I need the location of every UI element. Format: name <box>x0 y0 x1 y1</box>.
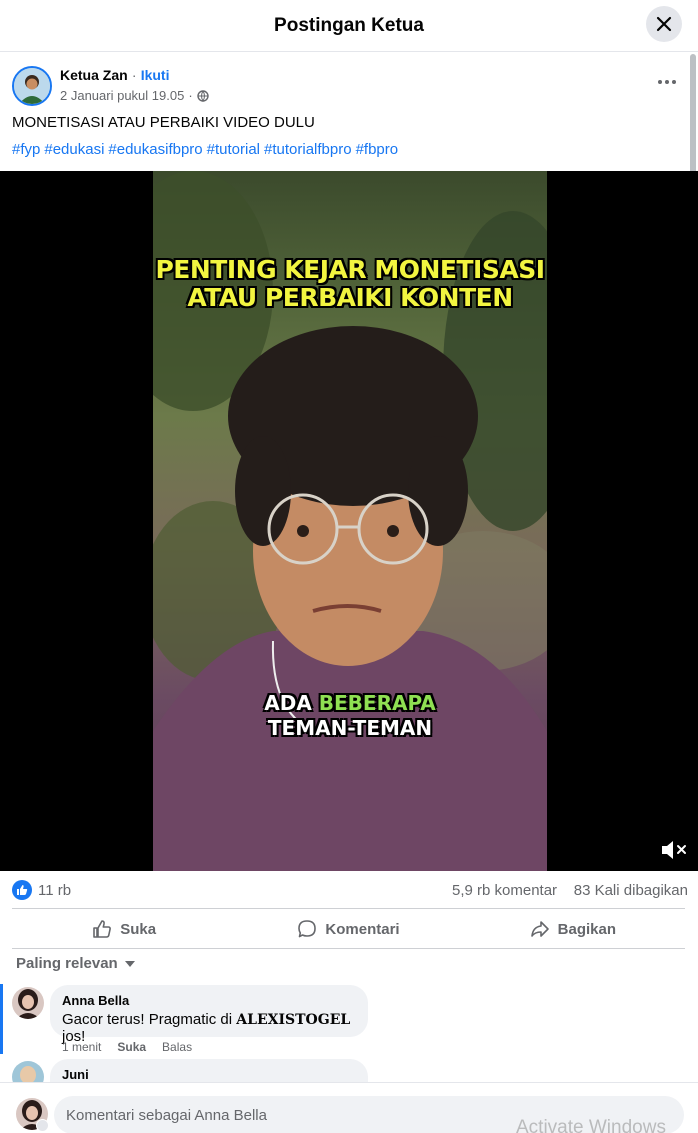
windows-activation-watermark: Activate Windows <box>516 1117 666 1133</box>
share-label: Bagikan <box>557 920 616 938</box>
video-caption-bottom: TEMAN-TEMAN <box>267 716 433 740</box>
post-header: Ketua Zan · Ikuti 2 Januari pukul 19.05 … <box>12 64 682 108</box>
share-button[interactable]: Bagikan <box>461 910 685 948</box>
dialog-header: Postingan Ketua <box>0 0 698 52</box>
post-text: MONETISASI ATAU PERBAIKI VIDEO DULU <box>12 114 315 131</box>
comment-time[interactable]: 1 menit <box>62 1040 101 1054</box>
comment-bubble: Anna Bella Gacor terus! Pragmatic di ALE… <box>50 985 368 1045</box>
comment-text-part: Gacor terus! Pragmatic di <box>62 1011 237 1028</box>
like-label: Suka <box>120 920 157 938</box>
stats-right: 5,9 rb komentar 83 Kali dibagikan <box>452 882 688 899</box>
caption-word-highlight: BEBERAPA <box>318 691 436 715</box>
hashtag-link[interactable]: #fyp <box>12 141 40 158</box>
more-horizontal-icon <box>658 80 676 84</box>
comment-highlight-bar <box>0 984 3 1054</box>
comment-button[interactable]: Komentari <box>236 910 460 948</box>
follow-link[interactable]: Ikuti <box>141 67 170 83</box>
commenter-avatar[interactable] <box>12 987 44 1019</box>
commenter-name[interactable]: Juni <box>62 1067 356 1082</box>
comment-like-link[interactable]: Suka <box>117 1040 146 1054</box>
hashtag-list: #fyp #edukasi #edukasifbpro #tutorial #tutor… <box>12 141 402 158</box>
caret-down-icon <box>124 960 135 967</box>
caption-word: ADA <box>264 691 312 715</box>
volume-muted-icon <box>662 841 686 859</box>
hashtag-link[interactable]: #tutorialfbpro <box>264 141 352 158</box>
comment-reply-link[interactable]: Balas <box>162 1040 192 1054</box>
more-options-button[interactable] <box>652 70 682 94</box>
video-caption-top: PENTING KEJAR MONETISASI <box>155 255 545 284</box>
mute-button[interactable] <box>660 839 688 861</box>
like-button[interactable]: Suka <box>12 910 236 948</box>
author-name[interactable]: Ketua Zan <box>60 67 128 83</box>
comment-icon <box>298 920 317 938</box>
close-button[interactable] <box>646 6 682 42</box>
divider <box>12 948 685 949</box>
globe-icon <box>196 89 209 102</box>
video-caption-top: ATAU PERBAIKI KONTEN <box>187 283 513 312</box>
close-icon <box>656 16 672 32</box>
video-frame[interactable]: PENTING KEJAR MONETISASI ATAU PERBAIKI K… <box>153 171 547 871</box>
reaction-stats: 11 rb 5,9 rb komentar 83 Kali dibagikan <box>12 880 688 902</box>
share-icon <box>530 921 549 937</box>
separator: · <box>131 67 137 83</box>
like-icon <box>93 920 112 938</box>
like-count[interactable]: 11 rb <box>38 882 71 899</box>
divider <box>12 908 685 909</box>
comment-label: Komentari <box>325 920 400 938</box>
author-line: Ketua Zan · Ikuti <box>60 67 169 84</box>
sort-label: Paling relevan <box>16 955 118 972</box>
hashtag-link[interactable]: #edukasi <box>44 141 104 158</box>
post-date[interactable]: 2 Januari pukul 19.05 <box>60 88 184 103</box>
comment-sort-dropdown[interactable]: Paling relevan <box>16 955 136 972</box>
comment-count[interactable]: 5,9 rb komentar <box>452 882 557 899</box>
share-count[interactable]: 83 Kali dibagikan <box>574 882 688 899</box>
comment-meta: 1 menit Suka Balas <box>62 1040 192 1054</box>
video-caption-bottom: ADA BEBERAPA <box>153 691 547 715</box>
like-reaction-icon[interactable] <box>12 880 32 900</box>
author-avatar[interactable] <box>12 66 52 106</box>
comment-text-bold: ALEXISTOGEL <box>236 1012 351 1028</box>
profile-switch-icon[interactable] <box>36 1119 49 1132</box>
hashtag-link[interactable]: #tutorial <box>207 141 260 158</box>
post-actions: Suka Komentari Bagikan <box>12 910 685 948</box>
commenter-name[interactable]: Anna Bella <box>62 993 356 1008</box>
post-meta: 2 Januari pukul 19.05 · <box>60 88 209 103</box>
hashtag-link[interactable]: #fbpro <box>356 141 399 158</box>
dialog-title: Postingan Ketua <box>274 14 424 36</box>
video-player[interactable]: PENTING KEJAR MONETISASI ATAU PERBAIKI K… <box>0 171 698 871</box>
meta-separator: · <box>188 88 193 103</box>
hashtag-link[interactable]: #edukasifbpro <box>108 141 202 158</box>
